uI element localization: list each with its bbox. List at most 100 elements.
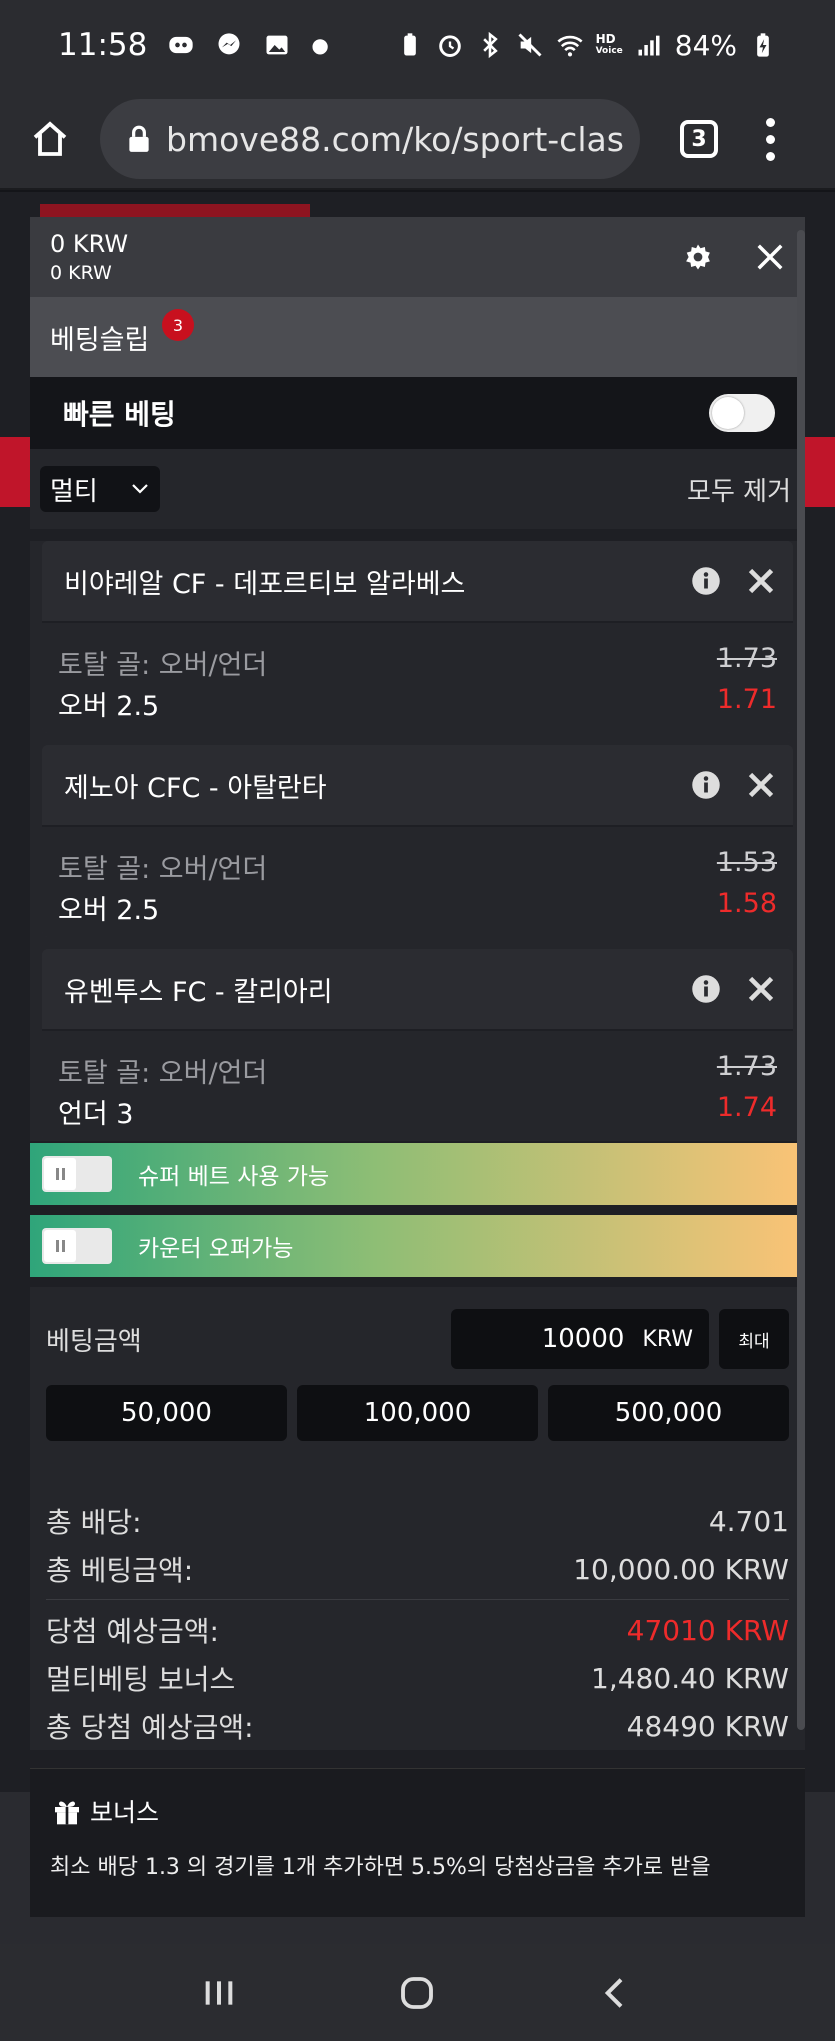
counter-offer-toggle[interactable]: [42, 1228, 112, 1264]
bet-selection: 오버 2.5: [58, 895, 160, 926]
superbet-promo: 슈퍼 베트 사용 가능: [30, 1143, 805, 1205]
bet-old-odds: 1.73: [716, 643, 777, 674]
recent-apps-icon[interactable]: [199, 1973, 239, 2013]
bet-old-odds: 1.53: [716, 847, 777, 878]
status-time: 11:58: [58, 27, 148, 63]
menu-dot-icon: [765, 117, 775, 127]
stake-section: 베팅금액 10000 KRW 최대 50,000 100,000 500,000: [30, 1287, 805, 1497]
messenger-icon: [218, 33, 240, 55]
gift-icon: [55, 1801, 79, 1825]
wifi-icon: [557, 35, 583, 57]
total-stake-label: 총 베팅금액:: [46, 1554, 194, 1587]
expected-win-label: 당첨 예상금액:: [46, 1615, 219, 1648]
remove-all-button[interactable]: 모두 제거: [687, 471, 791, 508]
battery-percent: 84%: [674, 28, 737, 62]
bet-new-odds: 1.71: [716, 684, 777, 715]
bet-header: 제노아 CFC - 아탈란타: [42, 745, 793, 827]
bet-item: 제노아 CFC - 아탈란타 토탈 골: 오버/언더 오버 2.5 1.53 1…: [42, 745, 793, 937]
bet-list: 비야레알 CF - 데포르티보 알라베스 토탈 골: 오버/언더 오버 2.5 …: [30, 541, 805, 1141]
android-nav-bar: [0, 1944, 835, 2041]
notification-dot-icon: ●: [311, 33, 329, 57]
gear-icon[interactable]: [683, 242, 713, 272]
total-expected-label: 총 당첨 예상금액:: [46, 1711, 254, 1744]
counter-offer-promo: 카운터 오퍼가능: [30, 1215, 805, 1277]
info-icon[interactable]: [691, 974, 721, 1004]
bet-selection: 오버 2.5: [58, 691, 160, 722]
bet-mode-value: 멀티: [50, 476, 98, 507]
bonus-description: 최소 배당 1.3 의 경기를 1개 추가하면 5.5%의 당첨상금을 추가로 …: [50, 1855, 711, 1880]
balance-primary: 0 KRW: [50, 230, 129, 258]
balance: 0 KRW 0 KRW: [50, 230, 128, 284]
close-icon[interactable]: [755, 242, 785, 272]
bet-body: 토탈 골: 오버/언더 언더 3 1.73 1.74: [42, 1031, 793, 1141]
bet-market: 토탈 골: 오버/언더: [58, 1058, 268, 1089]
browser-toolbar: bmove88.com/ko/sport-clas 3: [0, 90, 835, 190]
info-icon[interactable]: [691, 770, 721, 800]
quick-bet-toggle[interactable]: [709, 394, 775, 432]
total-expected-value: 48490 KRW: [626, 1709, 789, 1743]
discord-icon: [169, 36, 194, 54]
bluetooth-icon: [482, 31, 498, 59]
slip-title: 베팅슬립: [50, 324, 150, 356]
remove-bet-icon[interactable]: [747, 975, 775, 1003]
total-odds-label: 총 배당:: [46, 1506, 142, 1539]
home-icon: [33, 121, 67, 156]
stake-input[interactable]: 10000 KRW: [451, 1309, 709, 1369]
slip-scrollbar[interactable]: [797, 230, 805, 1730]
quick-bet-label: 빠른 베팅: [63, 398, 176, 431]
bet-body: 토탈 골: 오버/언더 오버 2.5 1.73 1.71: [42, 623, 793, 733]
multi-bonus-row: 멀티베팅 보너스 1,480.40 KRW: [46, 1654, 789, 1702]
total-stake-value: 10,000.00 KRW: [573, 1552, 789, 1586]
status-bar: 11:58 ● HD Voice 84%: [0, 0, 835, 90]
url-text: bmove88.com/ko/sport-clas: [166, 119, 624, 159]
chevron-down-icon: [132, 484, 148, 494]
stake-label: 베팅금액: [46, 1326, 142, 1357]
multi-bonus-value: 1,480.40 KRW: [591, 1661, 789, 1695]
bet-header: 비야레알 CF - 데포르티보 알라베스: [42, 541, 793, 623]
back-icon[interactable]: [596, 1973, 636, 2013]
address-bar[interactable]: bmove88.com/ko/sport-clas: [100, 99, 640, 179]
menu-dot-icon: [765, 134, 775, 144]
remove-bet-icon[interactable]: [747, 567, 775, 595]
multi-bonus-label: 멀티베팅 보너스: [46, 1663, 236, 1696]
quick-bet-row: 빠른 베팅: [30, 377, 805, 449]
bet-summary: 총 배당: 4.701 총 베팅금액: 10,000.00 KRW 당첨 예상금…: [30, 1497, 805, 1750]
bet-market: 토탈 골: 오버/언더: [58, 650, 268, 681]
tab-switcher-button[interactable]: 3: [680, 120, 718, 158]
alarm-icon: [438, 35, 461, 57]
bet-market: 토탈 골: 오버/언더: [58, 854, 268, 885]
bet-selection: 언더 3: [58, 1099, 134, 1130]
battery-charging-icon: [757, 33, 769, 57]
network-type: HD Voice: [595, 32, 623, 56]
home-button[interactable]: [0, 89, 100, 189]
total-odds-value: 4.701: [708, 1504, 789, 1538]
home-nav-icon[interactable]: [396, 1972, 438, 2014]
bet-body: 토탈 골: 오버/언더 오버 2.5 1.53 1.58: [42, 827, 793, 937]
bet-mode-row: 멀티 모두 제거: [30, 449, 805, 529]
bonus-title: 보너스: [90, 1798, 160, 1827]
bet-mode-select[interactable]: 멀티: [40, 466, 160, 512]
menu-dot-icon: [765, 151, 775, 161]
slip-count-badge: 3: [162, 309, 194, 341]
bet-item: 비야레알 CF - 데포르티보 알라베스 토탈 골: 오버/언더 오버 2.5 …: [42, 541, 793, 733]
quick-amount-button[interactable]: 100,000: [297, 1385, 538, 1441]
divider: [46, 1599, 789, 1600]
info-icon[interactable]: [691, 566, 721, 596]
gallery-icon: [266, 35, 288, 55]
bet-header: 유벤투스 FC - 칼리아리: [42, 949, 793, 1031]
quick-amount-button[interactable]: 50,000: [46, 1385, 287, 1441]
remove-bet-icon[interactable]: [747, 771, 775, 799]
total-expected-row: 총 당첨 예상금액: 48490 KRW: [46, 1702, 789, 1750]
max-stake-button[interactable]: 최대: [719, 1309, 789, 1369]
expected-win-row: 당첨 예상금액: 47010 KRW: [46, 1606, 789, 1654]
quick-amount-button[interactable]: 500,000: [548, 1385, 789, 1441]
total-odds-row: 총 배당: 4.701: [46, 1497, 789, 1545]
bet-match: 유벤투스 FC - 칼리아리: [64, 976, 333, 1008]
balance-secondary: 0 KRW: [50, 262, 112, 284]
superbet-toggle[interactable]: [42, 1156, 112, 1192]
stake-currency: KRW: [642, 1326, 693, 1352]
bet-match: 비야레알 CF - 데포르티보 알라베스: [64, 568, 466, 600]
battery-saver-icon: [403, 33, 416, 56]
browser-menu-button[interactable]: [760, 117, 780, 161]
total-stake-row: 총 베팅금액: 10,000.00 KRW: [46, 1545, 789, 1593]
